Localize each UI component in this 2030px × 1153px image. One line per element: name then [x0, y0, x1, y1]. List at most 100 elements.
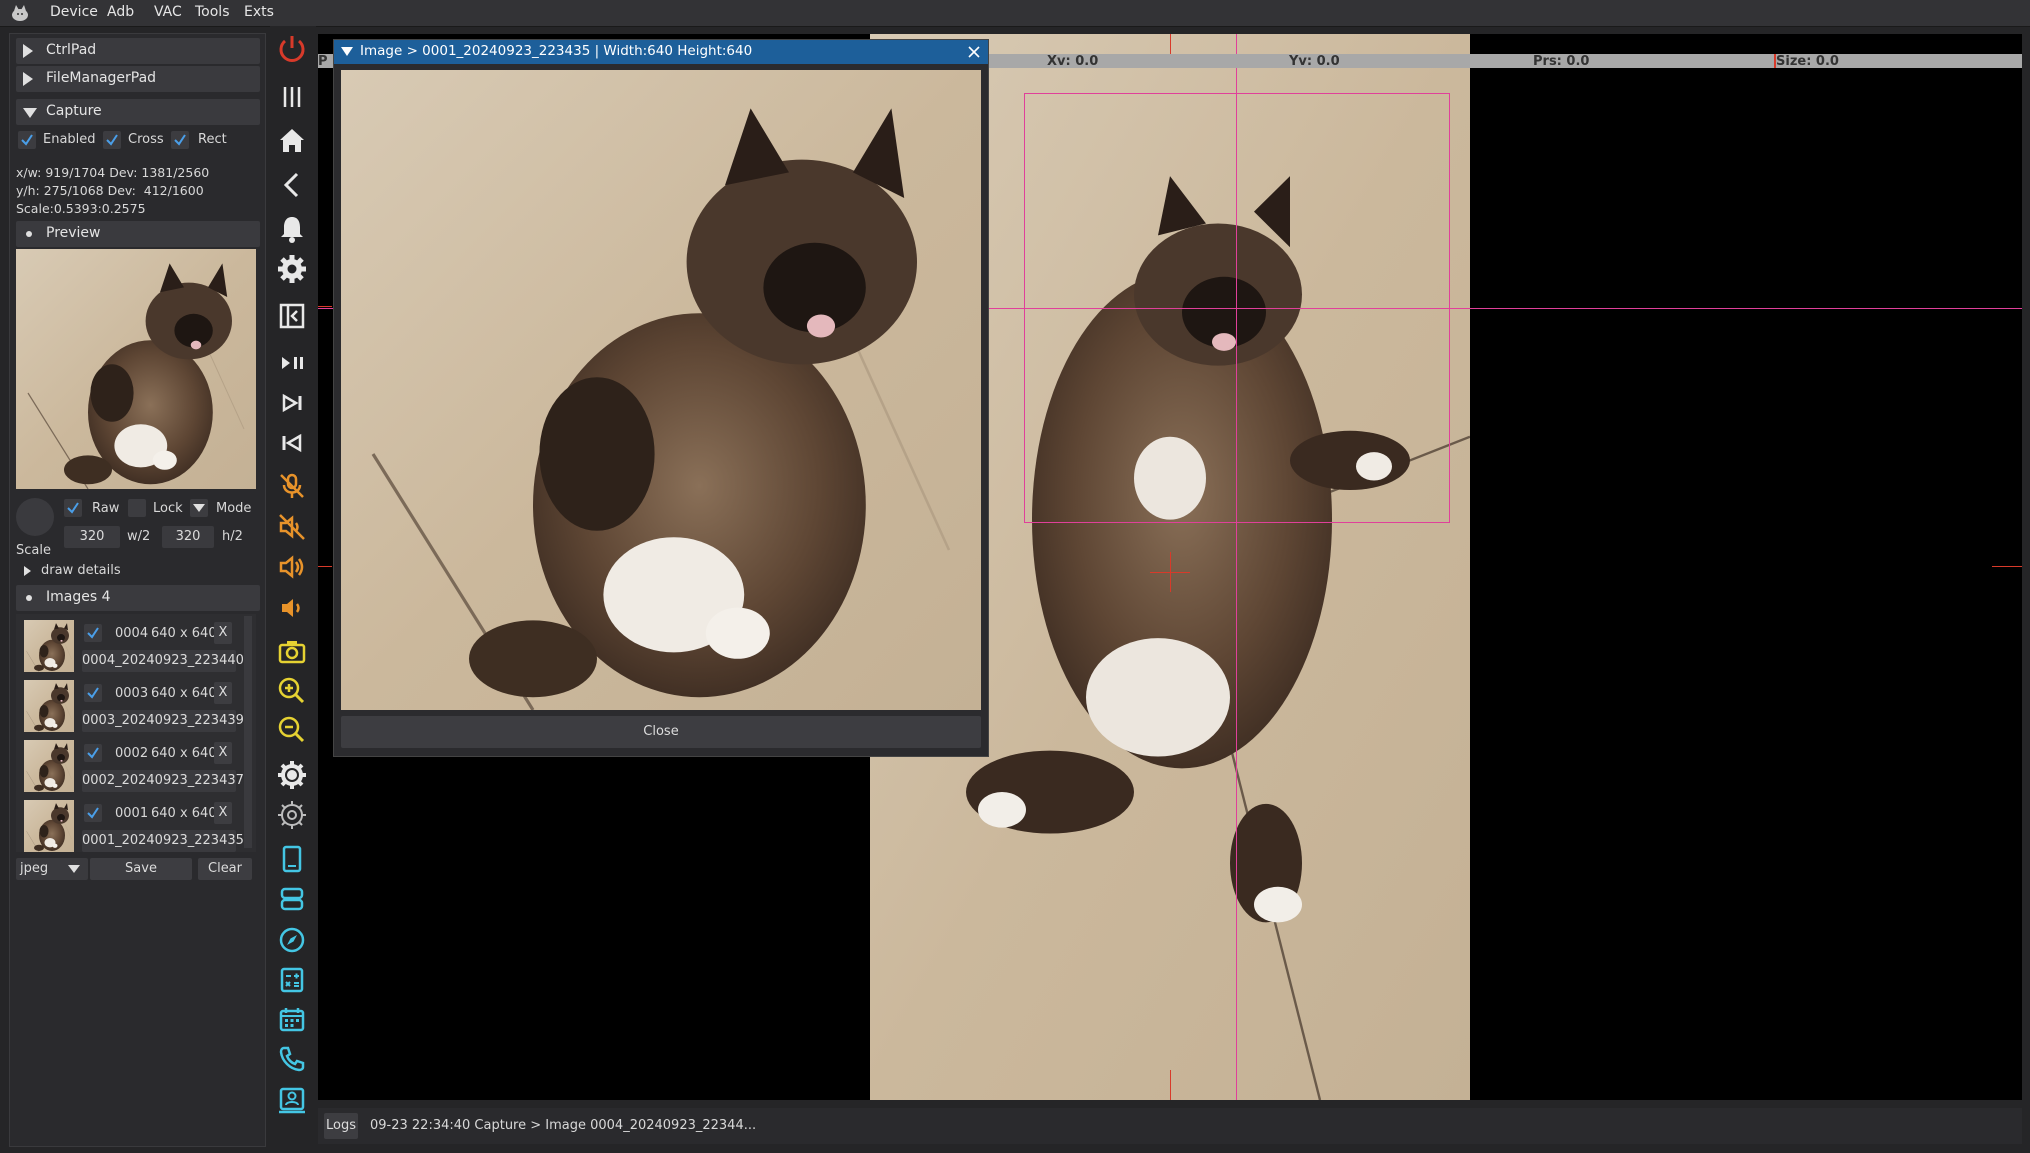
dialog-titlebar[interactable]: Image > 0001_20240923_223435 | Width:640…: [334, 40, 988, 64]
phone-rotate-icon[interactable]: [274, 841, 310, 877]
images-header[interactable]: Images 4: [16, 585, 260, 611]
ctrlpad-header[interactable]: CtrlPad: [16, 38, 260, 64]
image-name-field[interactable]: 0002_20240923_223437: [82, 770, 244, 792]
lock-label: Lock: [153, 501, 183, 516]
image-name-field[interactable]: 0004_20240923_223440: [82, 650, 244, 672]
contact-icon[interactable]: [274, 1081, 310, 1117]
clear-button[interactable]: Clear: [198, 858, 252, 880]
image-thumbnail[interactable]: [24, 680, 74, 732]
draw-details-toggle[interactable]: draw details: [41, 563, 121, 578]
dialog-close-button[interactable]: Close: [341, 716, 981, 748]
brightness-low-icon[interactable]: [274, 797, 310, 833]
log-bar: Logs 09-23 22:34:40 Capture > Image 0004…: [318, 1108, 2022, 1144]
image-dialog: Image > 0001_20240923_223435 | Width:640…: [333, 39, 989, 757]
camera-icon[interactable]: [274, 634, 310, 670]
image-select-checkbox[interactable]: [84, 624, 102, 642]
preview-label: Preview: [46, 225, 101, 241]
home-icon[interactable]: [274, 123, 310, 159]
phone-call-icon[interactable]: [274, 1041, 310, 1077]
lock-checkbox[interactable]: [128, 499, 146, 517]
sidebar-collapse-icon[interactable]: [274, 298, 310, 334]
height-input[interactable]: 320: [162, 526, 214, 548]
ruler-tick: [1992, 566, 2022, 567]
sound-off-icon[interactable]: [274, 509, 310, 545]
skip-next-icon[interactable]: [274, 385, 310, 421]
image-id: 0004: [115, 626, 149, 641]
play-pause-icon[interactable]: [274, 345, 310, 381]
bell-icon[interactable]: [274, 211, 310, 247]
back-icon[interactable]: [274, 167, 310, 203]
image-thumbnail[interactable]: [24, 620, 74, 672]
image-name-field[interactable]: 0001_20240923_223435: [82, 830, 244, 852]
image-thumbnail[interactable]: [24, 800, 74, 852]
volume-up-icon[interactable]: [274, 549, 310, 585]
menu-vac[interactable]: VAC: [154, 4, 182, 20]
log-message: 09-23 22:34:40 Capture > Image 0004_2024…: [370, 1118, 757, 1133]
expand-icon: [23, 72, 33, 86]
volume-down-icon[interactable]: [274, 590, 310, 626]
mode-label: Mode: [216, 501, 252, 516]
remove-image-button[interactable]: X: [214, 802, 232, 824]
zoom-in-icon[interactable]: [274, 673, 310, 709]
menu-exts[interactable]: Exts: [244, 4, 274, 20]
menu-device[interactable]: Device: [50, 4, 98, 20]
cross-checkbox[interactable]: [103, 131, 121, 149]
rect-checkbox[interactable]: [171, 131, 189, 149]
menu-tools[interactable]: Tools: [195, 4, 230, 20]
close-icon[interactable]: [966, 44, 982, 60]
calculator-icon[interactable]: [274, 962, 310, 998]
raw-checkbox[interactable]: [64, 499, 82, 517]
coords-info-x: x/w: 919/1704 Dev: 1381/2560: [16, 165, 210, 180]
menu-bars-icon[interactable]: [274, 79, 310, 115]
width-input[interactable]: 320: [64, 526, 120, 548]
mic-off-icon[interactable]: [274, 468, 310, 504]
size-readout: Size: 0.0: [1776, 54, 1839, 69]
mode-dropdown[interactable]: [190, 499, 208, 517]
image-thumbnail[interactable]: [24, 740, 74, 792]
preview-header[interactable]: Preview: [16, 221, 260, 247]
chevron-down-icon: [68, 865, 80, 873]
image-select-checkbox[interactable]: [84, 804, 102, 822]
collapse-icon: [23, 108, 37, 118]
ruler-p-label: P: [318, 54, 328, 69]
filemanager-label: FileManagerPad: [46, 70, 157, 86]
remove-image-button[interactable]: X: [214, 742, 232, 764]
image-select-checkbox[interactable]: [84, 684, 102, 702]
collapse-icon[interactable]: [341, 47, 353, 56]
save-button[interactable]: Save: [90, 858, 192, 880]
ruler-tick: [1170, 1070, 1171, 1100]
power-icon[interactable]: [274, 31, 310, 67]
brightness-icon[interactable]: [274, 757, 310, 793]
image-name-field[interactable]: 0003_20240923_223439: [82, 710, 244, 732]
skip-previous-icon[interactable]: [274, 425, 310, 461]
remove-image-button[interactable]: X: [214, 622, 232, 644]
coords-info-y: y/h: 275/1068 Dev: 412/1600: [16, 183, 204, 198]
capture-rect[interactable]: [1024, 93, 1450, 523]
image-select-checkbox[interactable]: [84, 744, 102, 762]
calendar-icon[interactable]: [274, 1002, 310, 1038]
menu-adb[interactable]: Adb: [107, 4, 134, 20]
logs-button[interactable]: Logs: [324, 1113, 358, 1139]
cursor-cross-horizontal: [1150, 572, 1190, 573]
remove-image-button[interactable]: X: [214, 682, 232, 704]
image-id: 0001: [115, 806, 149, 821]
image-size: 640 x 640: [151, 686, 217, 701]
scale-knob[interactable]: [16, 498, 54, 536]
cat-logo-icon[interactable]: [10, 3, 30, 23]
settings-icon[interactable]: [274, 251, 310, 287]
format-select[interactable]: jpeg: [16, 858, 88, 880]
preview-image: [16, 249, 256, 489]
yv-readout: Yv: 0.0: [1289, 54, 1340, 69]
rect-label: Rect: [198, 132, 227, 147]
width-label: w/2: [127, 529, 151, 544]
zoom-out-icon[interactable]: [274, 712, 310, 748]
scrollbar[interactable]: [244, 616, 252, 848]
scale-info: Scale:0.5393:0.2575: [16, 201, 146, 216]
filemanager-header[interactable]: FileManagerPad: [16, 66, 260, 92]
ruler-tick: [318, 566, 332, 567]
storage-icon[interactable]: [274, 881, 310, 917]
expand-icon[interactable]: [24, 566, 31, 576]
compass-icon[interactable]: [274, 922, 310, 958]
enabled-checkbox[interactable]: [18, 131, 36, 149]
capture-header[interactable]: Capture: [16, 99, 260, 125]
